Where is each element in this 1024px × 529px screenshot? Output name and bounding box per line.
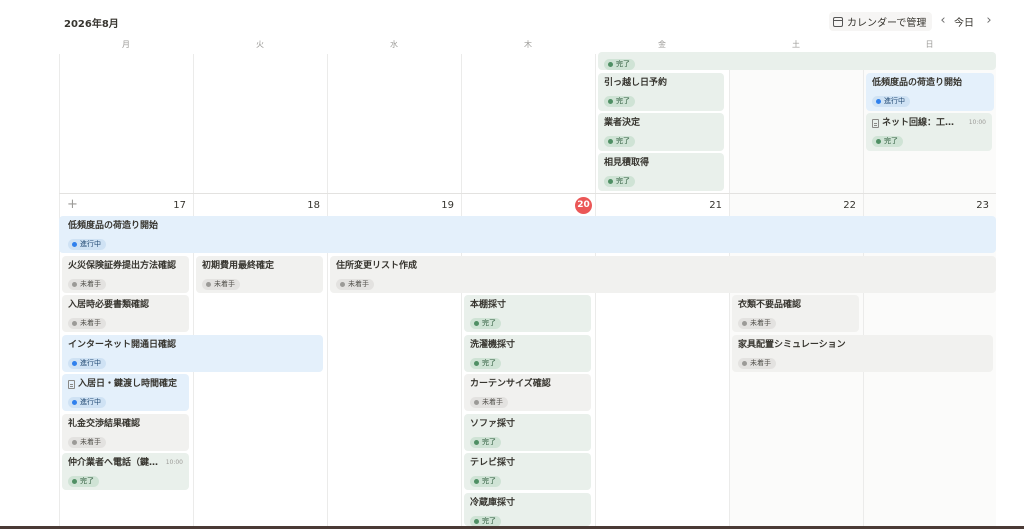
- status-badge: 完了: [470, 516, 501, 526]
- status-badge: 完了: [470, 358, 501, 369]
- status-badge: 完了: [604, 136, 635, 147]
- event-card[interactable]: ソファ採寸 完了: [464, 414, 591, 451]
- status-badge: 完了: [470, 318, 501, 329]
- status-badge: 完了: [470, 476, 501, 487]
- day-22[interactable]: 22: [836, 200, 856, 211]
- weekday-tue: 火: [256, 40, 264, 49]
- status-badge: 完了: [604, 176, 635, 187]
- event-card[interactable]: 家具配置シミュレーション 未着手: [732, 335, 993, 372]
- status-badge: 完了: [604, 59, 635, 70]
- status-badge: 未着手: [470, 397, 508, 408]
- week-divider: [59, 193, 996, 194]
- event-card[interactable]: 初期費用最終確定 未着手: [196, 256, 323, 293]
- event-card[interactable]: 業者決定 完了: [598, 113, 724, 151]
- column-divider: [193, 54, 194, 529]
- status-badge: 完了: [68, 476, 99, 487]
- grid-border: [59, 54, 60, 529]
- event-card[interactable]: 相見積取得 完了: [598, 153, 724, 191]
- status-badge: 未着手: [202, 279, 240, 290]
- weekday-wed: 水: [390, 40, 398, 49]
- event-card[interactable]: カーテンサイズ確認 未着手: [464, 374, 591, 411]
- add-event-icon[interactable]: +: [67, 198, 78, 211]
- status-badge: 進行中: [68, 358, 106, 369]
- today-button[interactable]: 今日: [954, 14, 974, 29]
- day-19[interactable]: 19: [434, 200, 454, 211]
- status-badge: 未着手: [68, 279, 106, 290]
- column-divider: [327, 54, 328, 529]
- status-badge: 未着手: [68, 318, 106, 329]
- event-card[interactable]: 入居時必要書類確認 未着手: [62, 295, 189, 332]
- event-card[interactable]: 完了: [598, 52, 996, 70]
- event-card[interactable]: 入居日・鍵渡し時間確定 進行中: [62, 374, 189, 411]
- chevron-right-icon[interactable]: ›: [982, 13, 996, 29]
- event-card[interactable]: 住所変更リスト作成 未着手: [330, 256, 996, 293]
- status-badge: 進行中: [68, 397, 106, 408]
- status-badge: 未着手: [336, 279, 374, 290]
- status-badge: 未着手: [68, 437, 106, 448]
- day-21[interactable]: 21: [702, 200, 722, 211]
- event-card[interactable]: 低頻度品の荷造り開始 進行中: [866, 73, 994, 111]
- document-icon: [872, 118, 879, 128]
- weekday-mon: 月: [122, 40, 130, 49]
- event-card[interactable]: 洗濯機採寸 完了: [464, 335, 591, 372]
- event-card[interactable]: 冷蔵庫採寸 完了: [464, 493, 591, 526]
- calendar-icon: [833, 16, 843, 27]
- day-18[interactable]: 18: [300, 200, 320, 211]
- event-card[interactable]: 低頻度品の荷造り開始 進行中: [59, 216, 996, 253]
- status-badge: 進行中: [68, 239, 106, 250]
- document-icon: [68, 379, 75, 389]
- weekday-thu: 木: [524, 40, 532, 49]
- status-badge: 完了: [872, 136, 903, 147]
- event-card[interactable]: 礼金交渉結果確認 未着手: [62, 414, 189, 451]
- manage-calendar-button[interactable]: カレンダーで管理: [829, 12, 933, 31]
- chevron-left-icon[interactable]: ‹: [936, 13, 950, 29]
- day-17[interactable]: 17: [166, 200, 186, 211]
- event-card[interactable]: 仲介業者へ電話（鍵... 10:00 完了: [62, 453, 189, 490]
- month-title: 2026年8月: [64, 19, 119, 30]
- event-card[interactable]: インターネット開通日確認 進行中: [62, 335, 323, 372]
- calendar-header: 2026年8月 カレンダーで管理 ‹ 今日 ›: [0, 0, 1024, 38]
- event-card[interactable]: 引っ越し日予約 完了: [598, 73, 724, 111]
- status-badge: 未着手: [738, 318, 776, 329]
- status-badge: 完了: [470, 437, 501, 448]
- event-card[interactable]: テレビ採寸 完了: [464, 453, 591, 490]
- day-20-today[interactable]: 20: [575, 197, 592, 214]
- status-badge: 進行中: [872, 96, 910, 107]
- event-card[interactable]: ネット回線：工事... 10:00 完了: [866, 113, 992, 151]
- day-23[interactable]: 23: [969, 200, 989, 211]
- event-card[interactable]: 本棚採寸 完了: [464, 295, 591, 332]
- event-card[interactable]: 衣類不要品確認 未着手: [732, 295, 859, 332]
- status-badge: 完了: [604, 96, 635, 107]
- manage-calendar-label: カレンダーで管理: [847, 18, 927, 29]
- event-card[interactable]: 火災保険証券提出方法確認 未着手: [62, 256, 189, 293]
- status-badge: 未着手: [738, 358, 776, 369]
